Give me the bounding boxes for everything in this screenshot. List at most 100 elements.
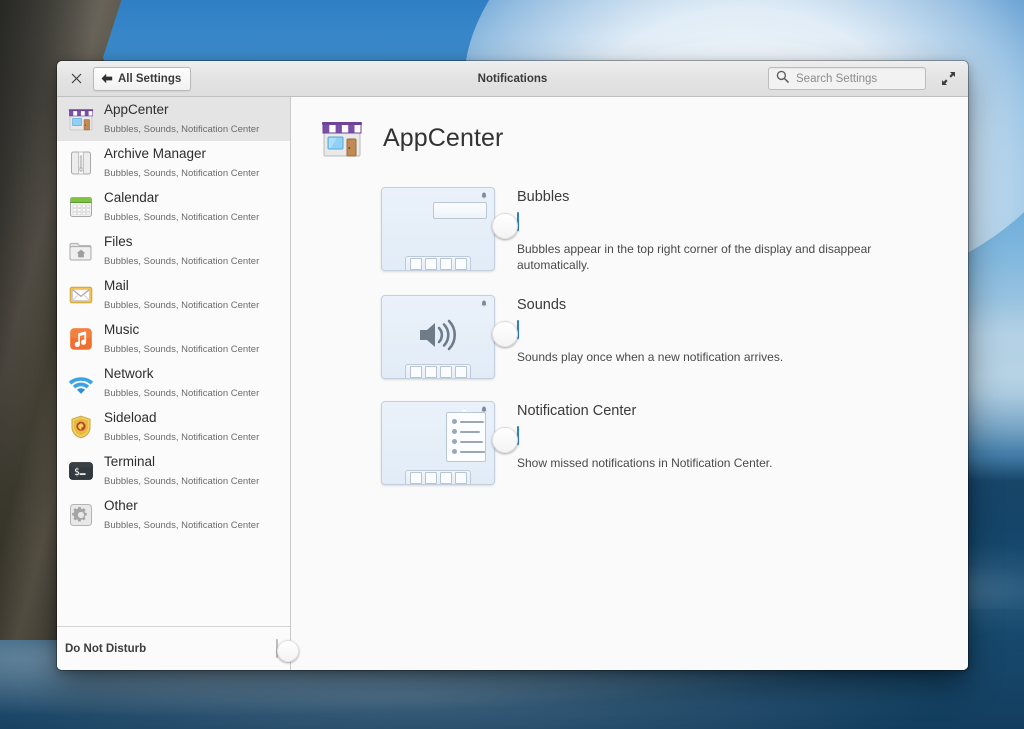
- notification-center-preview: [381, 401, 495, 485]
- sidebar-item-subtitle: Bubbles, Sounds, Notification Center: [104, 476, 259, 487]
- toggle-notification-center[interactable]: [517, 426, 519, 445]
- setting-text: Sounds Sounds play once when a new notif…: [517, 295, 783, 365]
- settings-list: Bubbles Bubbles appear in the top right …: [315, 187, 944, 485]
- files-icon: [67, 237, 95, 265]
- sidebar-item-sideload[interactable]: Sideload Bubbles, Sounds, Notification C…: [57, 405, 290, 449]
- bell-icon: [481, 192, 486, 199]
- window-headerbar: All Settings Notifications: [57, 61, 968, 97]
- sidebar-item-label: Files: [104, 234, 133, 249]
- speaker-icon: [382, 318, 494, 352]
- setting-description-bubbles: Bubbles appear in the top right corner o…: [517, 241, 887, 273]
- setting-title-notification-center: Notification Center: [517, 403, 772, 419]
- sidebar-item-label: Sideload: [104, 410, 157, 425]
- terminal-icon: $: [67, 457, 95, 485]
- sidebar-item-label: Network: [104, 366, 154, 381]
- sidebar-item-text: Music Bubbles, Sounds, Notification Cent…: [104, 321, 282, 357]
- gear-icon: [67, 501, 95, 529]
- window-body: AppCenter Bubbles, Sounds, Notification …: [57, 97, 968, 670]
- sidebar-item-archive-manager[interactable]: Archive Manager Bubbles, Sounds, Notific…: [57, 141, 290, 185]
- sound-preview: [381, 295, 495, 379]
- sidebar-item-label: Mail: [104, 278, 129, 293]
- archive-icon: [67, 149, 95, 177]
- do-not-disturb-label: Do Not Disturb: [65, 643, 146, 655]
- sidebar-item-subtitle: Bubbles, Sounds, Notification Center: [104, 344, 259, 355]
- appcenter-icon: [319, 115, 365, 161]
- toggle-knob: [492, 213, 518, 239]
- settings-window: All Settings Notifications: [57, 61, 968, 670]
- preview-dock: [405, 256, 471, 270]
- headerbar-right-group: [768, 67, 958, 90]
- app-title: AppCenter: [383, 124, 503, 153]
- sidebar-item-subtitle: Bubbles, Sounds, Notification Center: [104, 168, 259, 179]
- sidebar-list: AppCenter Bubbles, Sounds, Notification …: [57, 97, 290, 626]
- sidebar-item-subtitle: Bubbles, Sounds, Notification Center: [104, 388, 259, 399]
- sidebar-item-network[interactable]: Network Bubbles, Sounds, Notification Ce…: [57, 361, 290, 405]
- toggle-knob: [492, 321, 518, 347]
- sidebar-item-calendar[interactable]: Calendar Bubbles, Sounds, Notification C…: [57, 185, 290, 229]
- sidebar-item-subtitle: Bubbles, Sounds, Notification Center: [104, 300, 259, 311]
- setting-row-bubbles: Bubbles Bubbles appear in the top right …: [315, 187, 944, 273]
- setting-text: Bubbles Bubbles appear in the top right …: [517, 187, 887, 273]
- sidebar-item-text: Archive Manager Bubbles, Sounds, Notific…: [104, 145, 282, 181]
- sidebar-item-subtitle: Bubbles, Sounds, Notification Center: [104, 212, 259, 223]
- bell-icon: [481, 300, 486, 307]
- setting-description-notification-center: Show missed notifications in Notificatio…: [517, 455, 772, 471]
- sidebar-item-mail[interactable]: Mail Bubbles, Sounds, Notification Cente…: [57, 273, 290, 317]
- toggle-bubbles[interactable]: [517, 212, 519, 231]
- sidebar-item-text: Other Bubbles, Sounds, Notification Cent…: [104, 497, 282, 533]
- setting-text: Notification Center Show missed notifica…: [517, 401, 772, 471]
- preview-bubble: [433, 202, 487, 219]
- svg-text:$: $: [74, 467, 80, 478]
- calendar-icon: [67, 193, 95, 221]
- sidebar-item-text: Calendar Bubbles, Sounds, Notification C…: [104, 189, 282, 225]
- app-header: AppCenter: [319, 115, 944, 161]
- all-settings-button[interactable]: All Settings: [93, 67, 191, 91]
- sidebar-item-text: Network Bubbles, Sounds, Notification Ce…: [104, 365, 282, 401]
- sidebar-item-appcenter[interactable]: AppCenter Bubbles, Sounds, Notification …: [57, 97, 290, 141]
- sidebar-item-terminal[interactable]: $ Terminal Bubbles, Sounds, Notification…: [57, 449, 290, 493]
- sidebar-item-label: Archive Manager: [104, 146, 206, 161]
- toggle-sounds[interactable]: [517, 320, 519, 339]
- maximize-icon[interactable]: [938, 69, 958, 89]
- sidebar-item-label: Other: [104, 498, 138, 513]
- sidebar-item-text: Terminal Bubbles, Sounds, Notification C…: [104, 453, 282, 489]
- search-input[interactable]: [794, 72, 918, 86]
- sidebar-item-label: Terminal: [104, 454, 155, 469]
- sidebar-item-label: Calendar: [104, 190, 159, 205]
- sideload-icon: [67, 413, 95, 441]
- sidebar-item-other[interactable]: Other Bubbles, Sounds, Notification Cent…: [57, 493, 290, 537]
- setting-row-notification-center: Notification Center Show missed notifica…: [315, 401, 944, 485]
- toggle-knob: [492, 427, 518, 453]
- music-icon: [67, 325, 95, 353]
- mail-icon: [67, 281, 95, 309]
- arrow-left-icon: [101, 73, 113, 84]
- sidebar-item-text: Mail Bubbles, Sounds, Notification Cente…: [104, 277, 282, 313]
- sidebar-item-text: Sideload Bubbles, Sounds, Notification C…: [104, 409, 282, 445]
- do-not-disturb-toggle[interactable]: [276, 639, 278, 658]
- sidebar-item-subtitle: Bubbles, Sounds, Notification Center: [104, 124, 259, 135]
- setting-title-bubbles: Bubbles: [517, 189, 887, 205]
- sidebar-item-subtitle: Bubbles, Sounds, Notification Center: [104, 256, 259, 267]
- sidebar-item-label: AppCenter: [104, 102, 169, 117]
- close-icon[interactable]: [67, 70, 85, 88]
- toggle-knob: [277, 640, 299, 662]
- do-not-disturb-row[interactable]: Do Not Disturb: [57, 626, 290, 670]
- search-icon: [776, 70, 794, 88]
- sidebar-item-text: AppCenter Bubbles, Sounds, Notification …: [104, 101, 282, 137]
- sidebar: AppCenter Bubbles, Sounds, Notification …: [57, 97, 291, 670]
- network-wifi-icon: [67, 369, 95, 397]
- sidebar-item-music[interactable]: Music Bubbles, Sounds, Notification Cent…: [57, 317, 290, 361]
- sidebar-item-files[interactable]: Files Bubbles, Sounds, Notification Cent…: [57, 229, 290, 273]
- setting-description-sounds: Sounds play once when a new notification…: [517, 349, 783, 365]
- preview-dock: [405, 364, 471, 378]
- sidebar-item-subtitle: Bubbles, Sounds, Notification Center: [104, 520, 259, 531]
- preview-notification-list: [446, 412, 486, 462]
- setting-row-sounds: Sounds Sounds play once when a new notif…: [315, 295, 944, 379]
- setting-title-sounds: Sounds: [517, 297, 783, 313]
- preview-dock: [405, 470, 471, 484]
- desktop-background: All Settings Notifications: [0, 0, 1024, 729]
- sidebar-item-subtitle: Bubbles, Sounds, Notification Center: [104, 432, 259, 443]
- all-settings-label: All Settings: [118, 73, 181, 85]
- main-content: AppCenter Bubbles Bubbles appear in the …: [291, 97, 968, 670]
- search-field[interactable]: [768, 67, 926, 90]
